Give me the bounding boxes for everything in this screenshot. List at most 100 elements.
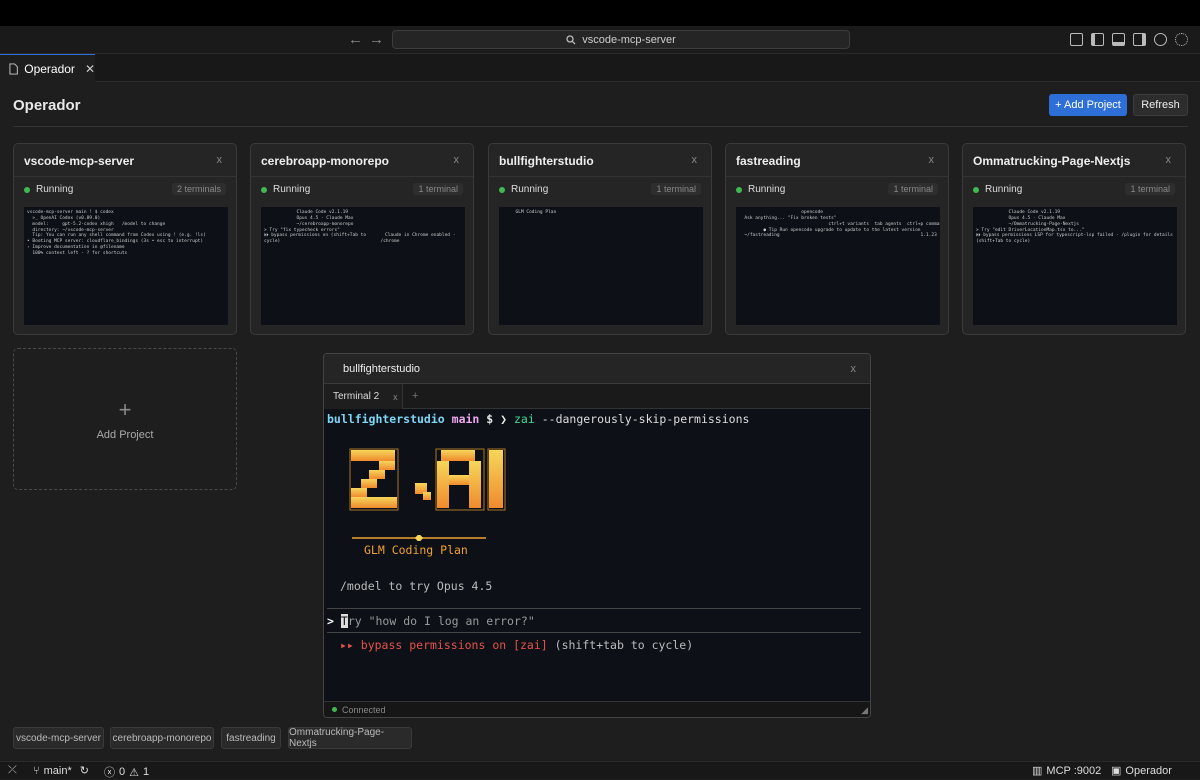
project-card[interactable]: bullfighterstudio x Running 1 terminal G… xyxy=(488,143,712,335)
editor-tab-bar: Operador ✕ xyxy=(0,54,1200,82)
input-top-border xyxy=(327,608,861,609)
error-count: 0 xyxy=(119,766,126,778)
warning-count: 1 xyxy=(143,766,150,778)
project-chip[interactable]: vscode-mcp-server xyxy=(13,727,104,749)
card-status: Running xyxy=(973,184,1022,195)
terminal-tab[interactable]: Terminal 2 x xyxy=(324,384,403,409)
card-close-icon[interactable]: x xyxy=(1166,154,1172,166)
running-dot-icon xyxy=(736,186,742,193)
card-divider xyxy=(251,176,473,177)
card-title[interactable]: bullfighterstudio xyxy=(499,154,594,168)
card-title[interactable]: cerebroapp-monorepo xyxy=(261,154,389,168)
sync-icon[interactable]: ↻ xyxy=(80,764,89,777)
card-status: Running xyxy=(261,184,310,195)
layout-icon: ▣ xyxy=(1111,765,1122,777)
file-icon xyxy=(9,62,18,75)
search-icon xyxy=(566,34,576,44)
terminal-window[interactable]: bullfighterstudio x Terminal 2 x + bullf… xyxy=(323,353,871,718)
running-dot-icon xyxy=(24,186,30,193)
card-status-label: Running xyxy=(511,184,549,195)
terminal-preview[interactable]: Claude Code v2.1.19 Opus 4.5 · Claude Ma… xyxy=(261,207,465,325)
terminal-preview[interactable]: Claude Code v2.1.19 Opus 4.5 · Claude Ma… xyxy=(973,207,1177,325)
toggle-primary-sidebar-icon[interactable] xyxy=(1091,33,1104,46)
system-top-bar xyxy=(0,0,1200,26)
card-close-icon[interactable]: x xyxy=(929,154,935,166)
project-chip[interactable]: Ommatrucking-Page-Nextjs xyxy=(288,727,412,749)
bypass-text: ▸▸ bypass permissions on [zai] xyxy=(340,638,548,652)
toggle-panel-icon[interactable] xyxy=(1112,33,1125,46)
terminal-preview[interactable]: opencode Ask anything... "Fix broken tes… xyxy=(736,207,940,325)
preview-line: GLM Coding Plan xyxy=(502,210,557,215)
card-title[interactable]: Ommatrucking-Page-Nextjs xyxy=(973,154,1130,168)
card-divider xyxy=(14,176,236,177)
settings-gear-icon[interactable] xyxy=(1175,33,1188,46)
preview-line: cycle) /chrome xyxy=(264,239,400,245)
card-status-label: Running xyxy=(273,184,311,195)
card-divider xyxy=(726,176,948,177)
customize-layout-icon[interactable] xyxy=(1070,33,1083,46)
card-divider xyxy=(489,176,711,177)
preview-line: ctrl+t variants tab agents ctrl+p comman… xyxy=(739,221,940,227)
terminal-count-badge: 1 terminal xyxy=(651,183,701,195)
running-dot-icon xyxy=(973,186,979,193)
plan-label: GLM Coding Plan xyxy=(364,543,468,557)
add-project-card[interactable]: + Add Project xyxy=(13,348,237,490)
close-icon[interactable]: ✕ xyxy=(85,62,95,76)
terminal-tab-label: Terminal 2 xyxy=(333,391,380,402)
terminal-tab-bar: Terminal 2 x + xyxy=(324,384,870,409)
forward-arrow-icon[interactable]: → xyxy=(369,31,384,48)
tab-label: Operador xyxy=(24,61,75,76)
project-chip[interactable]: fastreading xyxy=(221,727,281,749)
problems-indicator[interactable]: ⓧ 0 ⚠ 1 xyxy=(104,764,149,780)
mcp-label: MCP :9002 xyxy=(1046,764,1102,777)
terminal-tab-close-icon[interactable]: x xyxy=(393,392,398,402)
command-args: --dangerously-skip-permissions xyxy=(541,412,750,426)
back-arrow-icon[interactable]: ← xyxy=(348,31,363,48)
command-center-text: vscode-mcp-server xyxy=(582,33,676,46)
operador-indicator[interactable]: ▣ Operador xyxy=(1111,764,1172,778)
card-title[interactable]: vscode-mcp-server xyxy=(24,154,134,168)
operador-label: Operador xyxy=(1125,764,1172,777)
project-card[interactable]: vscode-mcp-server x Running 2 terminals … xyxy=(13,143,237,335)
connected-dot-icon xyxy=(332,707,337,712)
input-line[interactable]: > Try "how do I log an error?" xyxy=(327,614,535,628)
remote-icon[interactable]: ⤫ xyxy=(8,764,17,777)
card-title[interactable]: fastreading xyxy=(736,154,801,168)
card-close-icon[interactable]: x xyxy=(454,154,460,166)
prompt-branch: main xyxy=(451,412,480,426)
new-terminal-icon[interactable]: + xyxy=(412,390,418,402)
account-icon[interactable] xyxy=(1154,33,1167,46)
project-card[interactable]: fastreading x Running 1 terminal opencod… xyxy=(725,143,949,335)
resize-handle-icon[interactable]: ◢ xyxy=(861,705,868,716)
project-card[interactable]: cerebroapp-monorepo x Running 1 terminal… xyxy=(250,143,474,335)
terminal-output[interactable]: bullfighterstudio main $ ❯ zai --dangero… xyxy=(324,409,870,701)
command-center-search[interactable]: vscode-mcp-server xyxy=(392,30,850,49)
card-close-icon[interactable]: x xyxy=(692,154,698,166)
preview-line: 100% context left · ? for shortcuts xyxy=(27,250,128,256)
project-card[interactable]: Ommatrucking-Page-Nextjs x Running 1 ter… xyxy=(962,143,1186,335)
terminal-preview[interactable]: GLM Coding Plan xyxy=(499,207,703,325)
card-divider xyxy=(963,176,1185,177)
input-prompt: > xyxy=(327,614,334,628)
mcp-indicator[interactable]: ▥ MCP :9002 xyxy=(1032,764,1102,778)
terminal-close-icon[interactable]: x xyxy=(851,363,857,375)
error-icon: ⓧ xyxy=(104,767,115,779)
refresh-button[interactable]: Refresh xyxy=(1133,94,1188,116)
plan-divider xyxy=(352,535,486,541)
card-close-icon[interactable]: x xyxy=(217,154,223,166)
zai-logo xyxy=(349,448,506,511)
card-status-label: Running xyxy=(985,184,1023,195)
header-divider xyxy=(13,126,1188,127)
project-chip[interactable]: cerebroapp-monorepo xyxy=(110,727,214,749)
toggle-secondary-sidebar-icon[interactable] xyxy=(1133,33,1146,46)
input-placeholder: ry "how do I log an error?" xyxy=(347,614,535,628)
terminal-count-badge: 1 terminal xyxy=(888,183,938,195)
prompt-dir: bullfighterstudio xyxy=(327,412,445,426)
add-project-button[interactable]: + Add Project xyxy=(1049,94,1127,116)
branch-indicator[interactable]: ⑂ main* ↻ xyxy=(33,764,89,778)
running-dot-icon xyxy=(261,186,267,193)
terminal-preview[interactable]: vscode-mcp-server main ! $ codex >_ Open… xyxy=(24,207,228,325)
plus-icon: + xyxy=(118,397,132,422)
tab-operador[interactable]: Operador ✕ xyxy=(0,54,95,82)
terminal-count-badge: 1 terminal xyxy=(1125,183,1175,195)
